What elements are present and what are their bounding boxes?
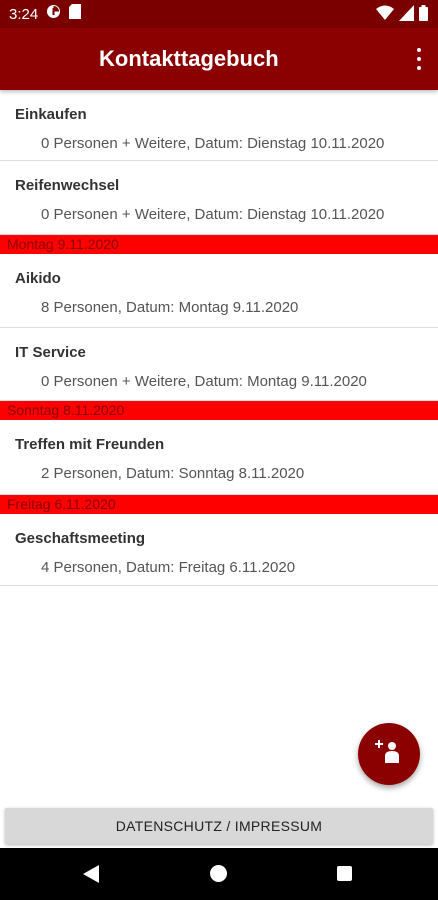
date-header: Freitag 6.11.2020 bbox=[0, 495, 438, 514]
entry-detail: 2 Personen, Datum: Sonntag 8.11.2020 bbox=[41, 465, 305, 482]
data-saver-icon bbox=[46, 4, 61, 24]
entry-detail: 0 Personen + Weitere, Datum: Dienstag 10… bbox=[41, 135, 385, 152]
overflow-menu-icon[interactable] bbox=[414, 48, 424, 70]
status-time: 3:24 bbox=[9, 5, 39, 23]
date-header: Sonntag 8.11.2020 bbox=[0, 401, 438, 420]
entry-detail: 0 Personen + Weitere, Datum: Montag 9.11… bbox=[41, 373, 367, 390]
list-item[interactable]: Treffen mit Freunden 2 Personen, Datum: … bbox=[0, 420, 438, 495]
add-contact-fab[interactable] bbox=[358, 723, 420, 785]
list-item[interactable]: Geschaftsmeeting 4 Personen, Datum: Frei… bbox=[0, 514, 438, 586]
add-person-icon bbox=[374, 737, 404, 772]
status-right-group bbox=[376, 5, 428, 26]
wifi-icon bbox=[376, 5, 394, 26]
entry-list: Einkaufen 0 Personen + Weitere, Datum: D… bbox=[0, 90, 438, 586]
recents-icon[interactable] bbox=[337, 866, 352, 881]
entry-title: Geschaftsmeeting bbox=[15, 530, 146, 547]
list-item[interactable]: Aikido 8 Personen, Datum: Montag 9.11.20… bbox=[0, 254, 438, 328]
app-title: Kontakttagebuch bbox=[99, 46, 279, 71]
entry-detail: 0 Personen + Weitere, Datum: Dienstag 10… bbox=[41, 206, 385, 223]
status-bar: 3:24 bbox=[0, 0, 438, 28]
entry-title: Reifenwechsel bbox=[15, 177, 120, 194]
back-icon[interactable] bbox=[83, 865, 99, 888]
list-item[interactable]: IT Service 0 Personen + Weitere, Datum: … bbox=[0, 328, 438, 401]
home-icon[interactable] bbox=[210, 865, 227, 882]
entry-title: IT Service bbox=[15, 344, 86, 361]
signal-icon bbox=[399, 5, 414, 26]
entry-detail: 8 Personen, Datum: Montag 9.11.2020 bbox=[41, 299, 299, 316]
sd-card-icon bbox=[69, 4, 82, 24]
entry-title: Aikido bbox=[15, 270, 61, 287]
date-header: Montag 9.11.2020 bbox=[0, 235, 438, 254]
list-item[interactable]: Reifenwechsel 0 Personen + Weitere, Datu… bbox=[0, 161, 438, 235]
entry-title: Einkaufen bbox=[15, 106, 87, 123]
navigation-bar bbox=[0, 848, 438, 900]
entry-title: Treffen mit Freunden bbox=[15, 436, 165, 453]
privacy-imprint-button[interactable]: DATENSCHUTZ / IMPRESSUM bbox=[5, 808, 433, 844]
battery-icon bbox=[419, 5, 428, 26]
list-item[interactable]: Einkaufen 0 Personen + Weitere, Datum: D… bbox=[0, 90, 438, 161]
app-bar: Kontakttagebuch bbox=[0, 28, 438, 90]
entry-detail: 4 Personen, Datum: Freitag 6.11.2020 bbox=[41, 559, 296, 576]
